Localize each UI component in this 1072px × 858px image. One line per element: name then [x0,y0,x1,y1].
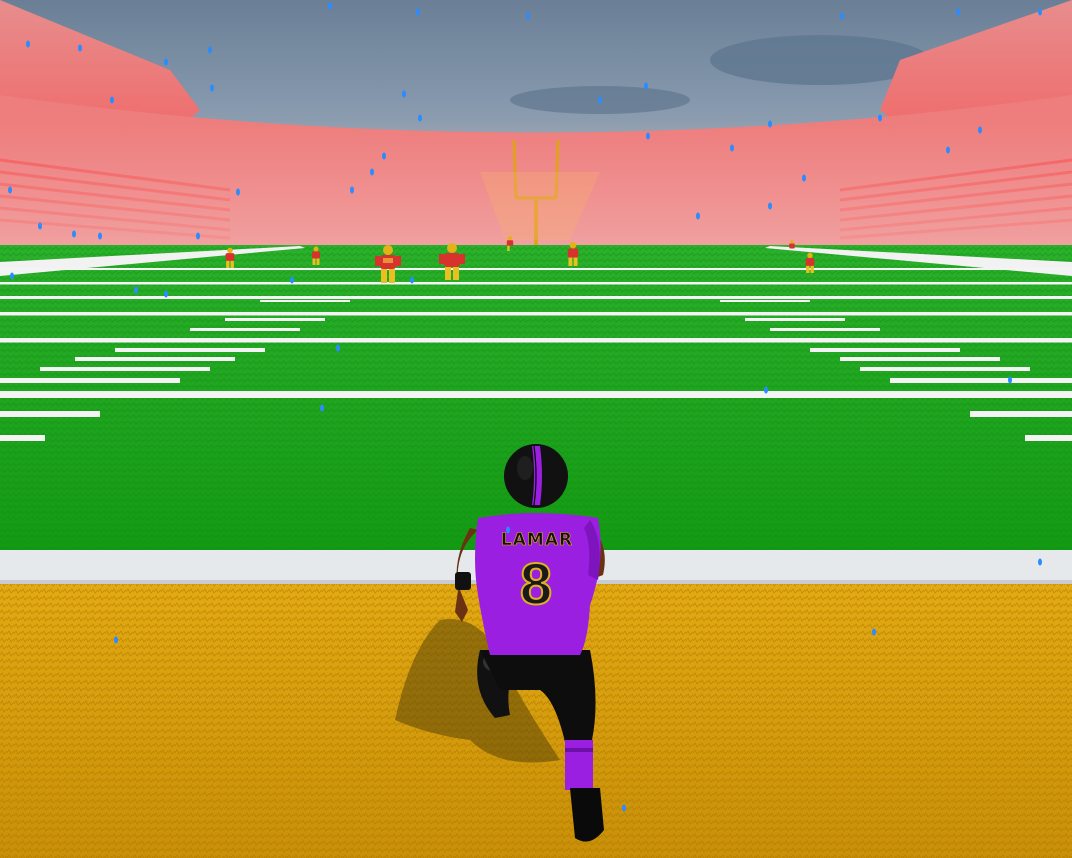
raindrop-icon [696,212,700,220]
raindrop-icon [802,174,806,182]
raindrop-icon [416,8,420,16]
jersey-name: LAMAR [501,530,573,550]
raindrop-icon [1038,8,1042,16]
raindrop-icon [370,168,374,176]
raindrop-icon [622,804,626,812]
raindrop-icon [26,40,30,48]
raindrop-icon [164,58,168,66]
raindrop-icon [598,96,602,104]
raindrop-icon [768,202,772,210]
raindrop-icon [768,120,772,128]
game-viewport[interactable]: LAMAR 8 [0,0,1072,858]
raindrop-icon [730,144,734,152]
raindrop-icon [840,12,844,20]
raindrop-icon [114,636,118,644]
raindrop-icon [320,404,324,412]
player-cleat [570,788,604,842]
raindrop-icon [290,276,294,284]
raindrop-icon [410,276,414,284]
raindrop-icon [10,272,14,280]
raindrop-icon [328,2,332,10]
raindrop-icon [978,126,982,134]
raindrop-icon [418,114,422,122]
raindrop-icon [8,186,12,194]
raindrop-icon [98,232,102,240]
raindrop-icon [644,82,648,90]
raindrop-icon [956,8,960,16]
player-wristband [455,572,471,590]
raindrop-icon [402,90,406,98]
raindrop-icon [946,146,950,154]
player-sock [565,740,593,790]
raindrop-icon [764,386,768,394]
raindrop-icon [646,132,650,140]
raindrop-icon [164,290,168,298]
raindrop-icon [72,230,76,238]
raindrop-icon [196,232,200,240]
raindrop-icon [506,526,510,534]
stadium-scene: LAMAR 8 [0,0,1072,858]
raindrop-icon [78,44,82,52]
raindrop-icon [350,186,354,194]
raindrop-icon [336,344,340,352]
raindrop-icon [134,286,138,294]
jersey-number: 8 [520,552,552,617]
raindrop-icon [208,46,212,54]
raindrop-icon [1038,558,1042,566]
raindrop-icon [526,12,530,20]
raindrop-icon [382,152,386,160]
raindrop-icon [878,114,882,122]
raindrop-icon [110,96,114,104]
raindrop-icon [872,628,876,636]
raindrop-icon [38,222,42,230]
raindrop-icon [1008,376,1012,384]
raindrop-icon [236,188,240,196]
raindrop-icon [210,84,214,92]
